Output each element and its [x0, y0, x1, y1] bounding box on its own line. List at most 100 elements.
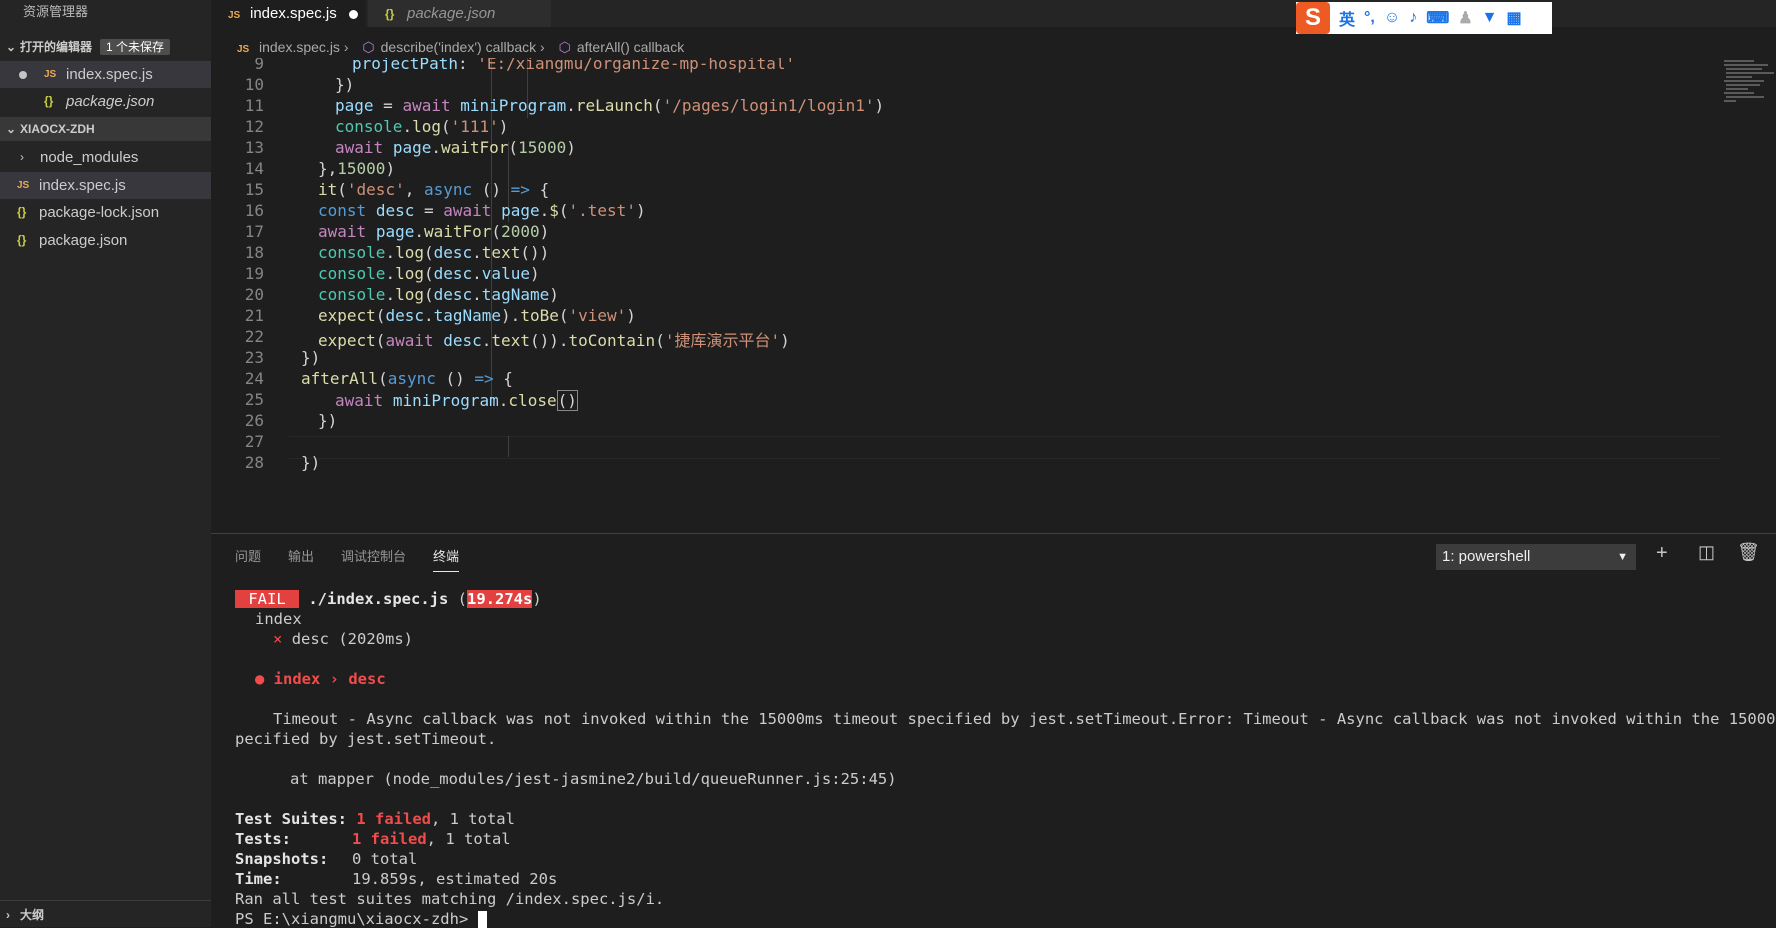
tab-debug-console[interactable]: 调试控制台 [341, 546, 406, 565]
chevron-right-icon: › [540, 39, 549, 55]
summary-label: Test Suites: [235, 810, 347, 828]
suite-name: index [255, 610, 302, 628]
line-number: 13 [244, 138, 264, 157]
tab-index-spec[interactable]: JS index.spec.js [211, 0, 366, 27]
code-line-20: console.log(desc.tagName) [318, 285, 559, 304]
unsaved-dot-icon[interactable] [19, 71, 27, 79]
explorer-sidebar: 资源管理器 ⌄ 打开的编辑器 1 个未保存 JS index.spec.js {… [0, 0, 217, 927]
minimap-line [1726, 68, 1762, 70]
tab-output[interactable]: 输出 [288, 546, 314, 565]
test-line: × desc (2020ms) [273, 630, 413, 648]
trash-icon[interactable]: 🗑 [1737, 542, 1760, 563]
breadcrumb-file[interactable]: index.spec.js [259, 39, 340, 55]
grid-menu-icon[interactable]: ▦ [1506, 8, 1521, 28]
prompt-text: PS E:\xiangmu\xiaocx-zdh> [235, 910, 478, 928]
js-file-icon: JS [44, 69, 57, 80]
line-number: 17 [244, 222, 264, 241]
terminal-shell-select[interactable]: 1: powershell ▼ [1436, 544, 1636, 570]
tab-label: package.json [407, 5, 496, 22]
code-line-12: console.log('111') [335, 117, 509, 136]
minimap-line [1724, 100, 1736, 102]
line-number: 27 [244, 432, 264, 451]
project-label: XIAOCX-ZDH [20, 122, 95, 136]
shell-prompt[interactable]: PS E:\xiangmu\xiaocx-zdh> [235, 910, 487, 928]
summary-snapshots: Snapshots: 0 total [235, 850, 417, 868]
code-editor[interactable]: 9 10 11 12 13 14 15 16 17 18 19 20 21 22… [211, 58, 1721, 533]
minimap-line [1724, 64, 1768, 66]
json-file-icon: {} [44, 94, 54, 108]
split-terminal-icon[interactable]: ◫ [1698, 542, 1715, 563]
outline-label: 大纲 [20, 907, 45, 922]
minimap-line [1726, 76, 1752, 78]
code-line-25: await miniProgram.close() [335, 390, 578, 411]
line-number: 24 [244, 369, 264, 388]
project-header[interactable]: ⌄ XIAOCX-ZDH [0, 117, 211, 141]
line-number: 18 [244, 243, 264, 262]
code-line-22: expect(await desc.text()).toContain('捷库演… [318, 331, 790, 350]
new-terminal-icon[interactable]: + [1656, 542, 1668, 565]
microphone-icon[interactable]: ♪ [1409, 9, 1417, 27]
punctuation-icon[interactable]: °, [1364, 9, 1375, 27]
tree-item-label: index.spec.js [39, 177, 126, 194]
summary-failed: 1 failed [352, 830, 427, 848]
line-number: 25 [244, 390, 264, 409]
code-line-21: expect(desc.tagName).toBe('view') [318, 306, 636, 325]
line-number: 26 [244, 411, 264, 430]
code-line-13: await page.waitFor(15000) [335, 138, 576, 157]
fail-x-icon: × [273, 630, 283, 648]
stack-trace: at mapper (node_modules/jest-jasmine2/bu… [290, 770, 897, 788]
tab-problems[interactable]: 问题 [235, 546, 261, 565]
summary-value: 19.859s, estimated 20s [352, 870, 558, 888]
tree-item-package-json[interactable]: {} package.json [0, 227, 211, 254]
minimap-line [1724, 80, 1764, 82]
tab-terminal[interactable]: 终端 [433, 546, 460, 572]
code-line-24: afterAll(async () => { [301, 369, 513, 388]
breadcrumb-afterall[interactable]: afterAll() callback [577, 39, 684, 55]
user-icon[interactable]: ♟ [1458, 8, 1472, 28]
keyboard-icon[interactable]: ⌨ [1426, 8, 1449, 28]
tree-item-label: package.json [39, 232, 128, 249]
tree-item-node-modules[interactable]: › node_modules [0, 144, 211, 171]
code-line-15: it('desc', async () => { [318, 180, 550, 199]
tab-package-json[interactable]: {} package.json [368, 0, 551, 27]
chevron-right-icon: › [6, 907, 10, 922]
run-time: 19.274s [467, 590, 533, 608]
error-message-line1: Timeout - Async callback was not invoked… [273, 710, 1776, 728]
open-editors-header[interactable]: ⌄ 打开的编辑器 1 个未保存 [0, 35, 211, 59]
method-cube-icon: ⬡ [558, 39, 571, 55]
code-line-19: console.log(desc.value) [318, 264, 540, 283]
breadcrumb-describe[interactable]: describe('index') callback [381, 39, 537, 55]
json-file-icon: {} [17, 233, 27, 247]
tree-item-label: package-lock.json [39, 204, 160, 221]
minimap[interactable] [1720, 58, 1776, 118]
ime-mode-label[interactable]: 英 [1339, 6, 1355, 30]
code-line-16: const desc = await page.$('.test') [318, 201, 646, 220]
method-cube-icon: ⬡ [362, 39, 375, 55]
open-editor-item-package-json[interactable]: {} package.json [0, 88, 211, 115]
minimap-line [1726, 72, 1774, 74]
sogou-logo-icon[interactable]: S [1296, 2, 1330, 34]
emoji-icon[interactable]: ☺ [1384, 9, 1400, 27]
line-number: 14 [244, 159, 264, 178]
chevron-down-icon: ▼ [1617, 551, 1628, 563]
fail-badge: FAIL [235, 590, 299, 608]
summary-tests: Tests: 1 failed, 1 total [235, 830, 511, 848]
ime-toolbar[interactable]: S 英 °, ☺ ♪ ⌨ ♟ ▼ ▦ [1296, 2, 1552, 34]
open-editor-item-index-spec[interactable]: JS index.spec.js [0, 61, 211, 88]
chevron-right-icon: › [343, 39, 353, 55]
line-number: 21 [244, 306, 264, 325]
tree-item-label: node_modules [40, 149, 139, 166]
test-file: ./index.spec.js [308, 590, 449, 608]
chevron-down-icon: ⌄ [6, 40, 17, 54]
tree-item-package-lock[interactable]: {} package-lock.json [0, 199, 211, 226]
shell-select-value: 1: powershell [1442, 548, 1531, 565]
open-editors-label: 打开的编辑器 [20, 40, 93, 54]
unsaved-dot-icon[interactable] [348, 9, 358, 19]
outline-header[interactable]: › 大纲 [0, 900, 217, 928]
chevron-down-icon: ⌄ [6, 122, 17, 136]
minimap-line [1724, 92, 1754, 94]
minimap-line [1726, 88, 1748, 90]
summary-value: 0 total [352, 850, 418, 868]
tree-item-index-spec[interactable]: JS index.spec.js [0, 172, 211, 199]
skin-icon[interactable]: ▼ [1482, 9, 1498, 27]
